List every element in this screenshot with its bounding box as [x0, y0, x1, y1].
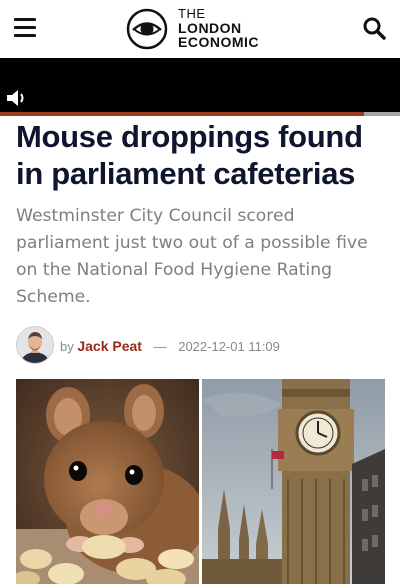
publish-date: 2022-12-01 11:09: [178, 339, 280, 354]
byline-separator: —: [153, 339, 167, 354]
mouse-photo: [16, 379, 199, 584]
author-photo: [17, 327, 53, 363]
eye-logo-icon: [126, 8, 168, 50]
logo-line-3: ECONOMIC: [178, 34, 259, 50]
logo-line-2: LONDON: [178, 20, 242, 36]
author-link[interactable]: Jack Peat: [77, 338, 142, 354]
site-header: THE LONDON ECONOMIC: [0, 0, 400, 58]
article-headline: Mouse droppings found in parliament cafe…: [16, 119, 363, 191]
speaker-icon[interactable]: [6, 88, 28, 108]
video-progress-bar[interactable]: [0, 112, 400, 116]
video-player[interactable]: [0, 58, 400, 112]
logo-wordmark: THE LONDON ECONOMIC: [178, 6, 259, 50]
hamburger-icon[interactable]: [14, 18, 36, 38]
video-progress-fill: [0, 112, 364, 116]
big-ben-photo: [202, 379, 385, 584]
byline: by Jack Peat — 2022-12-01 11:09: [16, 326, 386, 366]
logo-line-1: THE: [178, 6, 206, 21]
site-logo[interactable]: THE LONDON ECONOMIC: [126, 5, 276, 53]
author-avatar[interactable]: [16, 326, 54, 364]
byline-text: by Jack Peat — 2022-12-01 11:09: [60, 338, 280, 354]
search-icon[interactable]: [362, 16, 386, 40]
article-standfirst: Westminster City Council scored parliame…: [16, 206, 368, 307]
byline-prefix: by: [60, 339, 74, 354]
